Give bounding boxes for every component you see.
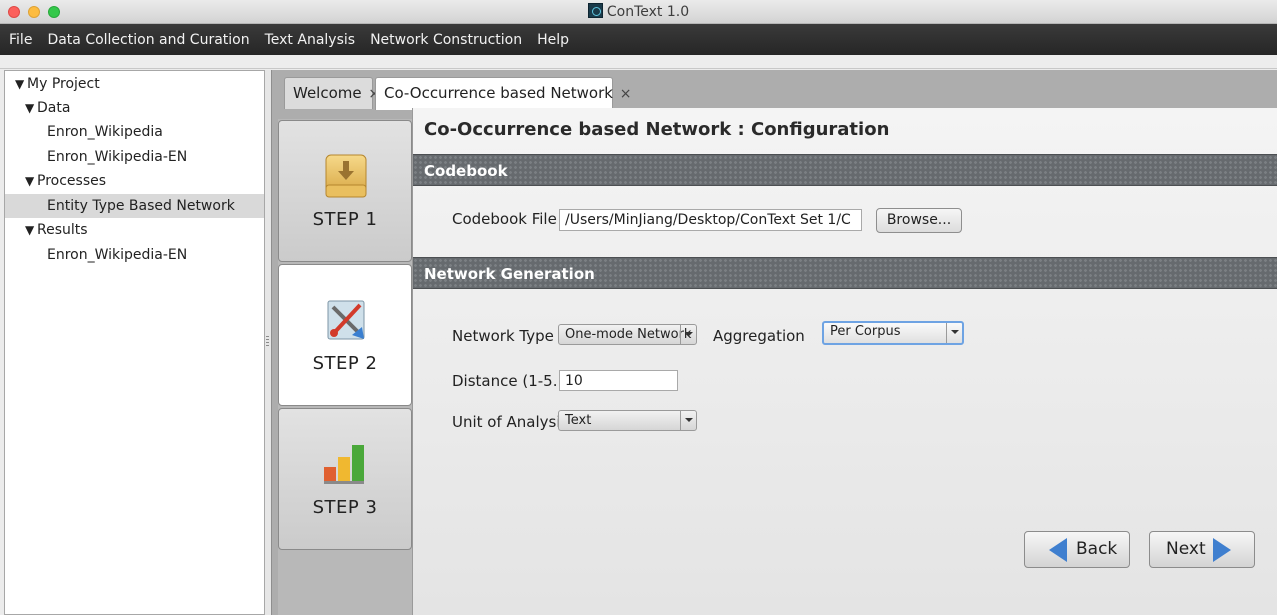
unit-of-analysis-label: Unit of Analysis — [452, 413, 569, 431]
tree-item-processes[interactable]: ▼ Processes — [5, 169, 264, 193]
tools-icon — [327, 300, 365, 340]
distance-field[interactable]: 10 — [559, 370, 678, 391]
step-label: STEP 1 — [312, 209, 378, 230]
tab-welcome[interactable]: Welcome × — [284, 77, 380, 109]
aggregation-select[interactable]: Per Corpus — [822, 321, 964, 345]
expanded-triangle-icon[interactable]: ▼ — [25, 96, 37, 120]
page-title: Co-Occurrence based Network : Configurat… — [424, 119, 890, 140]
toolbar-strip — [0, 55, 1277, 69]
chevron-down-icon[interactable] — [680, 411, 696, 430]
browse-button[interactable]: Browse... — [876, 208, 962, 233]
folder-icon — [325, 154, 367, 198]
codebook-file-field[interactable]: /Users/MinJiang/Desktop/ConText Set 1/C — [559, 209, 862, 231]
step-2-button[interactable]: STEP 2 — [278, 264, 412, 406]
network-type-select[interactable]: One-mode Network — [558, 324, 697, 345]
tree-item-my-project[interactable]: ▼ My Project — [5, 72, 264, 96]
step-label: STEP 2 — [312, 353, 378, 374]
unit-of-analysis-value: Text — [565, 413, 592, 428]
window-title: ConText 1.0 — [606, 4, 690, 20]
unit-of-analysis-select[interactable]: Text — [558, 410, 697, 431]
tree-item-entity-type-based-network[interactable]: Entity Type Based Network — [5, 194, 264, 218]
tree-item-label: Entity Type Based Network — [47, 198, 235, 214]
menu-text-analysis[interactable]: Text Analysis — [265, 32, 355, 48]
tab-label: Welcome — [293, 84, 362, 102]
configuration-panel: Co-Occurrence based Network : Configurat… — [412, 108, 1277, 615]
app-icon — [587, 3, 603, 18]
tree-item-label: Enron_Wikipedia — [47, 124, 163, 140]
back-label: Back — [1076, 539, 1118, 559]
next-button[interactable]: Next — [1149, 531, 1255, 568]
tree-item-label: Enron_Wikipedia-EN — [47, 149, 188, 165]
next-label: Next — [1166, 539, 1206, 559]
project-tree: ▼ My Project ▼ Data Enron_Wikipedia Enron_… — [4, 70, 265, 615]
expanded-triangle-icon[interactable]: ▼ — [25, 218, 37, 242]
tree-item-label: My Project — [27, 76, 100, 92]
arrow-left-icon — [1049, 538, 1067, 562]
tree-item-label: Data — [37, 100, 71, 116]
tree-item-data[interactable]: ▼ Data — [5, 96, 264, 120]
menu-data-collection[interactable]: Data Collection and Curation — [47, 32, 249, 48]
tree-item-label: Processes — [37, 173, 107, 189]
wizard-steps: STEP 1 STEP 2 STEP 3 — [278, 119, 413, 615]
menu-help[interactable]: Help — [537, 32, 569, 48]
network-type-label: Network Type — [452, 327, 554, 345]
aggregation-value: Per Corpus — [830, 324, 901, 339]
tree-item-enron-wikipedia-en[interactable]: Enron_Wikipedia-EN — [5, 145, 264, 169]
menu-bar: File Data Collection and Curation Text A… — [0, 24, 1277, 55]
aggregation-label: Aggregation — [713, 327, 805, 345]
splitter-grip-icon[interactable] — [266, 336, 269, 348]
step-3-button[interactable]: STEP 3 — [278, 408, 412, 550]
codebook-file-label: Codebook File — [452, 210, 557, 228]
chevron-down-icon[interactable] — [946, 323, 962, 343]
step-1-button[interactable]: STEP 1 — [278, 120, 412, 262]
arrow-right-icon — [1213, 538, 1231, 562]
tree-item-label: Results — [37, 222, 88, 238]
title-bar: ConText 1.0 — [0, 0, 1277, 24]
step-label: STEP 3 — [312, 497, 378, 518]
back-button[interactable]: Back — [1024, 531, 1130, 568]
tab-co-occurrence-network[interactable]: Co-Occurrence based Network × — [375, 77, 631, 110]
bar-chart-icon — [324, 445, 364, 484]
tree-item-label: Enron_Wikipedia-EN — [47, 247, 188, 263]
network-type-value: One-mode Network — [565, 327, 692, 342]
close-tab-icon[interactable]: × — [620, 86, 632, 102]
codebook-section-header: Codebook — [413, 154, 1277, 186]
tree-item-enron-wikipedia[interactable]: Enron_Wikipedia — [5, 120, 264, 144]
window-title-area: ConText 1.0 — [0, 3, 1277, 20]
chevron-down-icon[interactable] — [680, 325, 696, 344]
tree-item-results-enron-wikipedia-en[interactable]: Enron_Wikipedia-EN — [5, 243, 264, 267]
menu-file[interactable]: File — [9, 32, 32, 48]
tree-item-results[interactable]: ▼ Results — [5, 218, 264, 242]
workspace-pane: Welcome × Co-Occurrence based Network × — [271, 70, 1277, 615]
distance-label: Distance (1-5... — [452, 372, 568, 390]
menu-network-construction[interactable]: Network Construction — [370, 32, 522, 48]
tab-label: Co-Occurrence based Network — [384, 84, 613, 102]
app-window: ConText 1.0 File Data Collection and Cur… — [0, 0, 1277, 615]
expanded-triangle-icon[interactable]: ▼ — [15, 72, 27, 96]
expanded-triangle-icon[interactable]: ▼ — [25, 169, 37, 193]
network-generation-section-header: Network Generation — [413, 257, 1277, 289]
